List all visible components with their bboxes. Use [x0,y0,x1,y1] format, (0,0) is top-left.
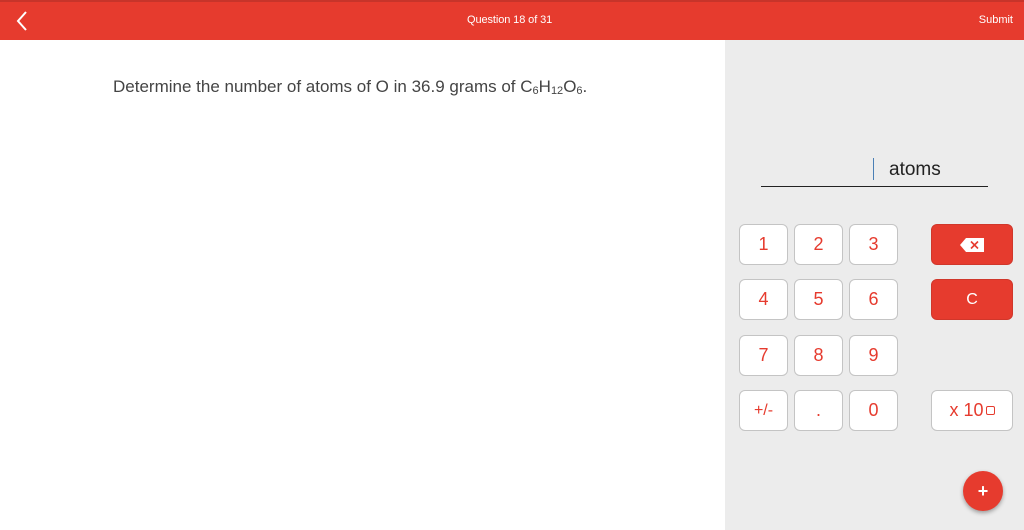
question-pane: Determine the number of atoms of O in 36… [0,40,725,530]
formula-element: C [520,77,533,96]
question-text: Determine the number of atoms of O in 36… [113,77,587,97]
key-3[interactable]: 3 [849,224,898,265]
plus-icon: + [977,480,989,501]
exponent-button[interactable]: x 10 [931,390,1013,431]
backspace-icon [960,237,984,252]
key-4[interactable]: 4 [739,279,788,320]
text-cursor [873,158,874,180]
add-button[interactable]: + [963,471,1003,511]
key-2[interactable]: 2 [794,224,843,265]
answer-input[interactable]: atoms [761,156,988,187]
submit-button[interactable]: Submit [979,14,1013,26]
chevron-left-icon [16,11,27,31]
exponent-label: x 10 [949,400,984,420]
clear-button[interactable]: C [931,279,1013,320]
key-7[interactable]: 7 [739,335,788,376]
back-button[interactable] [8,6,36,36]
answer-pane: atoms 1 2 3 4 5 6 7 8 9 +/- . 0 C x 10 + [725,40,1024,530]
key-8[interactable]: 8 [794,335,843,376]
key-6[interactable]: 6 [849,279,898,320]
key-5[interactable]: 5 [794,279,843,320]
key-9[interactable]: 9 [849,335,898,376]
formula-subscript: 12 [550,85,564,97]
formula-element: H [538,77,551,96]
question-prefix: Determine the number of atoms of O in 36… [113,77,521,96]
question-suffix: . [582,77,588,96]
question-counter: Question 18 of 31 [467,14,553,26]
key-1[interactable]: 1 [739,224,788,265]
key-decimal[interactable]: . [794,390,843,431]
key-0[interactable]: 0 [849,390,898,431]
unit-label: atoms [889,159,941,180]
top-bar: Question 18 of 31 Submit [0,0,1024,40]
exponent-placeholder-icon [985,406,995,415]
backspace-button[interactable] [931,224,1013,265]
formula: C6H12O6 [520,77,582,97]
formula-element: O [563,77,577,96]
key-plus-minus[interactable]: +/- [739,390,788,431]
